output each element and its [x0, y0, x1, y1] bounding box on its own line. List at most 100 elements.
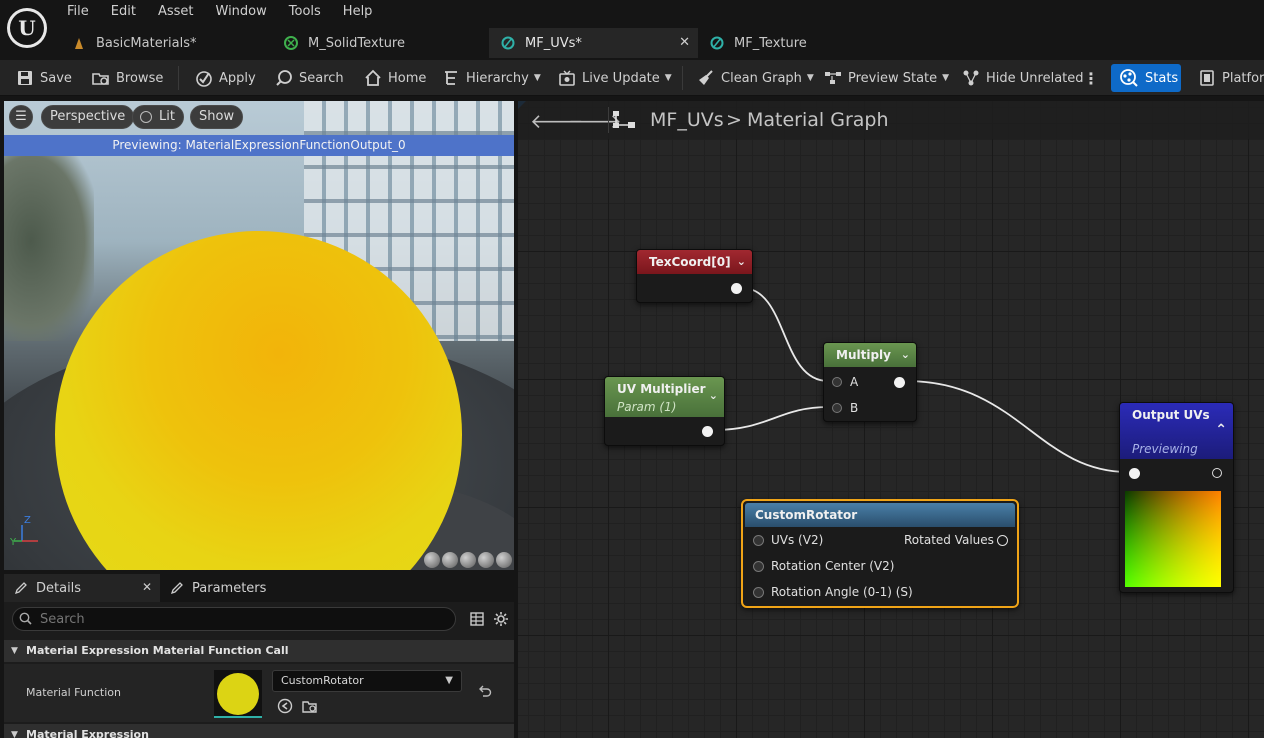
material-preview-viewport[interactable]: Previewing: MaterialExpressionFunctionOu… [4, 101, 514, 570]
search-button[interactable]: Search [275, 60, 344, 96]
close-tab-icon[interactable]: ✕ [679, 35, 690, 50]
platforms-button[interactable]: Platforms [1198, 60, 1264, 96]
node-title: TexCoord[0] [649, 255, 731, 269]
save-icon [18, 71, 32, 85]
menu-window[interactable]: Window [205, 0, 278, 24]
menu-help[interactable]: Help [332, 0, 384, 24]
chevron-down-icon[interactable]: ⌄ [901, 343, 910, 367]
tab-label: BasicMaterials* [96, 35, 197, 51]
lit-button[interactable]: Lit [132, 105, 184, 129]
menu-edit[interactable]: Edit [100, 0, 147, 24]
chevron-down-icon[interactable]: ⌄ [709, 387, 718, 405]
breadcrumb-root[interactable]: MF_UVs [650, 109, 724, 131]
custom-mesh-icon[interactable] [496, 552, 512, 568]
browse-button[interactable]: Browse [92, 60, 163, 96]
pin-uvs-label: UVs (V2) [771, 533, 824, 547]
cylinder-shape-icon[interactable] [424, 552, 440, 568]
category-material-expression[interactable]: ▼ Material Expression [4, 724, 514, 738]
chevron-up-icon[interactable]: ⌃ [1215, 421, 1227, 439]
live-update-dropdown[interactable]: Live Update ▼ [558, 60, 672, 96]
input-pin-b[interactable] [832, 403, 842, 413]
live-update-icon [559, 70, 575, 86]
breadcrumb-leaf[interactable]: Material Graph [747, 109, 889, 131]
node-output-uvs[interactable]: Output UVs Previewing ⌃ [1119, 402, 1234, 593]
pin-rotated-values-label: Rotated Values [904, 533, 994, 547]
node-uv-multiplier[interactable]: UV Multiplier Param (1) ⌄ [604, 376, 725, 446]
previewing-banner: Previewing: MaterialExpressionFunctionOu… [4, 135, 514, 156]
output-pin[interactable] [1212, 468, 1222, 478]
more-options-icon[interactable]: ⋮ [1083, 60, 1099, 96]
graph-hierarchy-icon[interactable] [612, 110, 636, 130]
tab-mf-texture[interactable]: MF_Texture [698, 28, 858, 58]
clean-graph-dropdown[interactable]: Clean Graph ▼ [697, 60, 814, 96]
material-function-label: Material Function [26, 686, 121, 699]
menu-tools[interactable]: Tools [278, 0, 332, 24]
material-function-icon [501, 36, 515, 50]
stats-icon [1120, 69, 1138, 87]
menu-asset[interactable]: Asset [147, 0, 205, 24]
tab-label: MF_UVs* [525, 35, 582, 51]
show-button[interactable]: Show [190, 105, 244, 129]
input-pin[interactable] [1129, 468, 1140, 479]
breadcrumb-separator: > [726, 109, 742, 131]
cube-shape-icon[interactable] [478, 552, 494, 568]
sphere-shape-icon[interactable] [442, 552, 458, 568]
viewport-menu-button[interactable]: ☰ [9, 105, 33, 129]
node-texcoord[interactable]: TexCoord[0] ⌄ [636, 249, 753, 303]
hierarchy-dropdown[interactable]: Hierarchy ▼ [442, 60, 541, 96]
parameters-pencil-icon [170, 582, 183, 595]
uv-gradient-preview [1125, 491, 1221, 587]
details-pencil-icon [14, 582, 27, 595]
output-pin-rotated-values[interactable] [997, 535, 1008, 546]
close-tab-icon[interactable]: ✕ [142, 580, 152, 594]
use-selected-arrow-icon[interactable] [277, 698, 293, 714]
save-button[interactable]: Save [16, 60, 72, 96]
document-tabs: BasicMaterials* M_SolidTexture MF_UVs* ✕… [60, 28, 858, 58]
tab-details[interactable]: Details ✕ [4, 574, 160, 602]
node-title: CustomRotator [755, 508, 858, 522]
input-pin-rotation-angle[interactable] [753, 587, 764, 598]
preview-shape-selector [424, 552, 512, 568]
material-function-combo[interactable]: CustomRotator ▼ [272, 670, 462, 692]
chevron-down-icon: ▼ [533, 73, 541, 83]
output-pin[interactable] [702, 426, 713, 437]
reset-to-default-icon[interactable] [478, 684, 492, 698]
preview-state-dropdown[interactable]: Preview State ▼ [824, 60, 949, 96]
pin-rotation-angle-label: Rotation Angle (0-1) (S) [771, 585, 913, 599]
material-graph-canvas[interactable]: 🡐 🡒 MF_UVs > Material Graph TexCoord[0] … [518, 101, 1264, 738]
output-pin[interactable] [731, 283, 742, 294]
node-custom-rotator[interactable]: CustomRotator UVs (V2) Rotation Center (… [741, 499, 1019, 608]
plane-shape-icon[interactable] [460, 552, 476, 568]
input-pin-a[interactable] [832, 377, 842, 387]
details-search-input[interactable] [12, 607, 456, 631]
perspective-button[interactable]: Perspective [41, 105, 135, 129]
input-pin-rotation-center[interactable] [753, 561, 764, 572]
tab-parameters[interactable]: Parameters [160, 574, 276, 602]
stats-button[interactable]: Stats [1111, 64, 1181, 92]
apply-button[interactable]: Apply [195, 60, 256, 96]
tab-mf-uvs[interactable]: MF_UVs* ✕ [489, 28, 698, 58]
node-multiply[interactable]: Multiply ⌄ A B [823, 342, 917, 422]
table-view-icon[interactable] [470, 612, 484, 626]
unreal-logo-icon[interactable]: U [7, 8, 47, 48]
chevron-down-icon: ▼ [942, 73, 950, 83]
tab-m-solidtexture[interactable]: M_SolidTexture [272, 28, 489, 58]
gear-icon[interactable] [493, 611, 509, 627]
hide-unrelated-button[interactable]: Hide Unrelated [962, 60, 1084, 96]
tab-basicmaterials[interactable]: BasicMaterials* [60, 28, 272, 58]
menu-file[interactable]: File [56, 0, 100, 24]
output-pin[interactable] [894, 377, 905, 388]
home-button[interactable]: Home [364, 60, 426, 96]
chevron-down-icon[interactable]: ⌄ [737, 250, 746, 274]
apply-check-icon [196, 71, 212, 87]
category-material-function-call[interactable]: ▼ Material Expression Material Function … [4, 640, 514, 662]
material-function-thumbnail[interactable] [214, 670, 262, 718]
browse-to-asset-icon[interactable] [302, 698, 318, 714]
details-panel: Details ✕ Parameters ▼ Material Expressi… [4, 574, 514, 738]
background-trees [4, 141, 94, 341]
hide-unrelated-icon [963, 70, 979, 86]
pin-a-label: A [850, 375, 859, 389]
node-title: Multiply [836, 348, 891, 362]
toolbar: Save Browse Apply Search Home Hierarchy ▼… [0, 60, 1264, 96]
input-pin-uvs[interactable] [753, 535, 764, 546]
